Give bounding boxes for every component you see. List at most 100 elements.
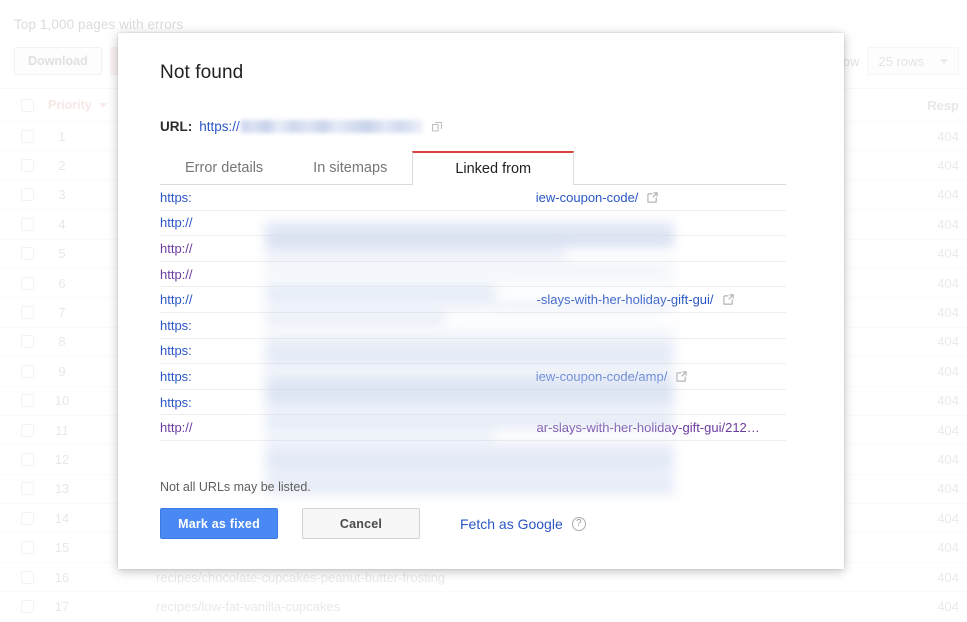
list-footnote: Not all URLs may be listed. <box>160 480 311 494</box>
linked-url-tail: iew-coupon-code/amp/ <box>536 369 668 384</box>
tab-label: Linked from <box>455 161 531 177</box>
row-checkbox[interactable] <box>21 571 34 584</box>
row-checkbox[interactable] <box>21 394 34 407</box>
linked-from-list: https:iew-coupon-code/http://http://http… <box>160 185 786 441</box>
linked-from-row[interactable]: http:// <box>160 262 786 288</box>
url-value-scheme[interactable]: https:// <box>199 119 240 134</box>
url-label: URL: <box>160 119 192 134</box>
row-checkbox[interactable] <box>21 188 34 201</box>
tab-label: In sitemaps <box>313 160 387 176</box>
redaction-stripe <box>265 468 674 481</box>
row-number: 8 <box>34 334 90 349</box>
row-number: 16 <box>34 570 90 585</box>
row-checkbox[interactable] <box>21 541 34 554</box>
tab-error-details[interactable]: Error details <box>160 151 288 184</box>
row-checkbox[interactable] <box>21 335 34 348</box>
redaction-stripe <box>265 481 674 494</box>
row-response-code: 404 <box>937 246 959 261</box>
tab-label: Error details <box>185 160 263 176</box>
mark-as-fixed-button[interactable]: Mark as fixed <box>160 508 278 539</box>
select-all-checkbox[interactable] <box>21 99 34 112</box>
dialog-actions: Mark as fixed Cancel Fetch as Google ? <box>160 508 586 539</box>
tab-in-sitemaps[interactable]: In sitemaps <box>288 151 412 184</box>
row-number: 15 <box>34 540 90 555</box>
row-response-code: 404 <box>937 334 959 349</box>
page-title: Top 1,000 pages with errors <box>14 17 183 32</box>
row-number: 11 <box>34 423 90 438</box>
rows-per-page-select[interactable]: 25 rows <box>867 47 959 75</box>
linked-from-row[interactable]: http:// ar-slays-with-her-holiday-gift-gu… <box>160 415 786 441</box>
linked-url-scheme: http:// <box>160 241 193 256</box>
linked-from-row[interactable]: https: <box>160 339 786 365</box>
not-found-dialog: Not found URL: https:// Error details In … <box>118 33 844 569</box>
row-number: 17 <box>34 599 90 614</box>
row-url[interactable]: recipes/low-fat-vanilla-cupcakes <box>156 599 340 614</box>
linked-url-tail: iew-coupon-code/ <box>536 190 639 205</box>
row-number: 7 <box>34 305 90 320</box>
redaction-stripe <box>265 455 674 468</box>
row-response-code: 404 <box>937 129 959 144</box>
open-in-new-icon[interactable] <box>431 121 443 133</box>
linked-from-row[interactable]: http://-slays-with-her-holiday-gift-gui/ <box>160 287 786 313</box>
row-response-code: 404 <box>937 305 959 320</box>
linked-url-tail: ar-slays-with-her-holiday-gift-gui/212… <box>537 420 760 435</box>
row-response-code: 404 <box>937 599 959 614</box>
row-checkbox[interactable] <box>21 159 34 172</box>
row-number: 2 <box>34 158 90 173</box>
row-number: 13 <box>34 481 90 496</box>
url-redacted-value <box>241 120 423 133</box>
linked-url-scheme: https: <box>160 318 192 333</box>
row-number: 6 <box>34 276 90 291</box>
linked-url-scheme: http:// <box>160 267 193 282</box>
row-number: 5 <box>34 246 90 261</box>
row-checkbox[interactable] <box>21 365 34 378</box>
dialog-title: Not found <box>160 62 243 84</box>
linked-from-row[interactable]: http:// <box>160 236 786 262</box>
fetch-as-google-link[interactable]: Fetch as Google ? <box>460 516 586 532</box>
linked-from-row[interactable]: https: <box>160 390 786 416</box>
open-in-new-icon[interactable] <box>647 192 658 203</box>
row-checkbox[interactable] <box>21 482 34 495</box>
row-url[interactable]: recipes/chocolate-cupcakes-peanut-butter… <box>156 570 445 585</box>
open-in-new-icon[interactable] <box>723 294 734 305</box>
tab-linked-from[interactable]: Linked from <box>412 151 574 185</box>
column-header-response: Resp <box>927 98 959 113</box>
linked-url-tail: -slays-with-her-holiday-gift-gui/ <box>537 292 714 307</box>
row-checkbox[interactable] <box>21 306 34 319</box>
row-checkbox[interactable] <box>21 512 34 525</box>
row-checkbox[interactable] <box>21 130 34 143</box>
row-response-code: 404 <box>937 393 959 408</box>
row-number: 14 <box>34 511 90 526</box>
row-response-code: 404 <box>937 511 959 526</box>
linked-from-row[interactable]: https:iew-coupon-code/amp/ <box>160 364 786 390</box>
linked-url-scheme: https: <box>160 190 192 205</box>
linked-from-row[interactable]: https: iew-coupon-code/ <box>160 185 786 211</box>
cancel-button[interactable]: Cancel <box>302 508 420 539</box>
question-mark-icon[interactable]: ? <box>572 517 586 531</box>
row-checkbox[interactable] <box>21 247 34 260</box>
linked-from-row[interactable]: https: <box>160 313 786 339</box>
url-row: URL: https:// <box>160 119 443 134</box>
row-response-code: 404 <box>937 276 959 291</box>
row-checkbox[interactable] <box>21 218 34 231</box>
row-number: 3 <box>34 187 90 202</box>
linked-url-scheme: http:// <box>160 420 193 435</box>
linked-url-scheme: http:// <box>160 215 193 230</box>
linked-url-scheme: https: <box>160 343 192 358</box>
open-in-new-icon[interactable] <box>676 371 687 382</box>
row-response-code: 404 <box>937 570 959 585</box>
rows-per-page-control: Show 25 rows <box>827 47 959 75</box>
download-button[interactable]: Download <box>14 47 102 75</box>
row-response-code: 404 <box>937 423 959 438</box>
row-number: 9 <box>34 364 90 379</box>
chevron-down-icon <box>940 59 948 64</box>
row-checkbox[interactable] <box>21 424 34 437</box>
row-checkbox[interactable] <box>21 453 34 466</box>
row-checkbox[interactable] <box>21 600 34 613</box>
linked-url-scheme: https: <box>160 395 192 410</box>
row-checkbox[interactable] <box>21 277 34 290</box>
rows-per-page-value: 25 rows <box>878 54 924 69</box>
column-header-priority[interactable]: Priority <box>48 98 107 112</box>
linked-from-row[interactable]: http:// <box>160 211 786 237</box>
row-response-code: 404 <box>937 364 959 379</box>
